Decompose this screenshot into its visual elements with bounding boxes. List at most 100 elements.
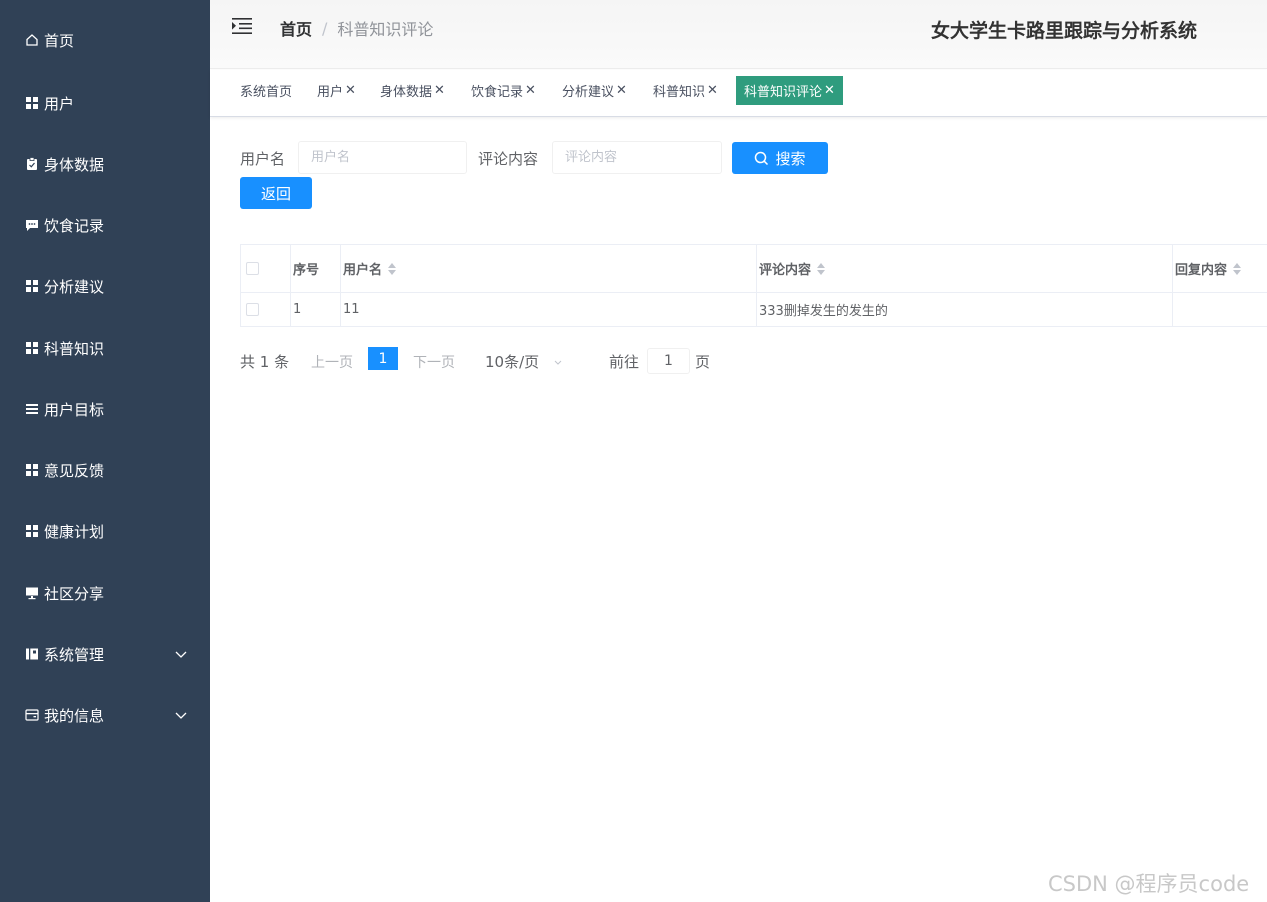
row-username: 11 — [343, 302, 360, 317]
select-all-checkbox[interactable] — [246, 262, 259, 275]
row-checkbox[interactable] — [246, 303, 259, 316]
watermark: CSDN @程序员code — [1048, 872, 1250, 896]
close-icon[interactable]: ✕ — [824, 83, 835, 98]
list-icon — [25, 402, 39, 416]
sidebar-item-health-plan[interactable]: 健康计划 — [0, 511, 210, 551]
comments-table: 序号 用户名 评论内容 回复内容 1 11 333删掉发生的发生的 — [240, 244, 1267, 327]
sidebar-item-label: 用户目标 — [44, 400, 105, 419]
clipboard-icon — [25, 157, 39, 171]
tag-label: 身体数据 — [380, 85, 433, 100]
page-size-select[interactable]: 10条/页 — [485, 351, 563, 372]
chat-icon — [25, 218, 39, 232]
tag-home[interactable]: 系统首页 — [240, 76, 292, 105]
sort-icon[interactable] — [1233, 262, 1242, 275]
menu-toggle-icon[interactable] — [232, 18, 252, 34]
search-button[interactable]: 搜索 — [732, 142, 828, 174]
column-header-label: 回复内容 — [1175, 263, 1228, 278]
back-button-label: 返回 — [260, 184, 291, 203]
sidebar-item-system[interactable]: 系统管理 — [0, 634, 210, 674]
tag-label: 分析建议 — [562, 85, 615, 100]
sidebar-item-label: 系统管理 — [44, 645, 105, 664]
pagination-next-button[interactable]: 下一页 — [413, 352, 455, 372]
sidebar-item-label: 首页 — [44, 31, 75, 50]
breadcrumb: 首页 / 科普知识评论 — [280, 16, 433, 40]
sidebar-item-body-data[interactable]: 身体数据 — [0, 144, 210, 184]
row-select-cell — [240, 293, 291, 326]
search-icon — [754, 151, 769, 166]
table-row[interactable]: 1 11 333删掉发生的发生的 — [240, 293, 1267, 327]
tag-label: 科普知识评论 — [744, 85, 823, 100]
grid-icon — [25, 524, 39, 538]
pagination-total: 共 1 条 — [240, 353, 290, 371]
close-icon[interactable]: ✕ — [525, 83, 536, 98]
goto-page-input[interactable] — [647, 348, 690, 374]
row-content: 333删掉发生的发生的 — [759, 304, 888, 319]
tag-analysis[interactable]: 分析建议 ✕ — [562, 76, 627, 105]
sidebar-item-label: 身体数据 — [44, 155, 105, 174]
back-button[interactable]: 返回 — [240, 177, 312, 209]
tag-knowledge-comments[interactable]: 科普知识评论 ✕ — [736, 76, 843, 105]
column-header-label: 评论内容 — [759, 263, 812, 278]
tag-body-data[interactable]: 身体数据 ✕ — [380, 76, 445, 105]
pagination-page-label: 1 — [378, 350, 388, 367]
sidebar-item-label: 用户 — [44, 94, 75, 113]
sidebar-item-goals[interactable]: 用户目标 — [0, 389, 210, 429]
sidebar-item-label: 意见反馈 — [44, 461, 105, 480]
header-select-cell — [240, 245, 291, 292]
header-index: 序号 — [290, 245, 341, 292]
wallet-icon — [25, 708, 39, 722]
table-header-row: 序号 用户名 评论内容 回复内容 — [240, 245, 1267, 293]
monitor-icon — [25, 586, 39, 600]
tag-label: 用户 — [317, 85, 344, 100]
breadcrumb-current: 科普知识评论 — [337, 20, 434, 39]
close-icon[interactable]: ✕ — [707, 83, 718, 98]
pagination-page-1[interactable]: 1 — [368, 347, 398, 370]
header-username[interactable]: 用户名 — [340, 245, 757, 292]
goto-label: 前往 — [609, 353, 640, 371]
sidebar-item-my-info[interactable]: 我的信息 — [0, 695, 210, 735]
sort-icon[interactable] — [388, 262, 397, 275]
row-index: 1 — [293, 302, 302, 317]
comment-content-input[interactable] — [552, 141, 722, 174]
breadcrumb-separator: / — [322, 18, 328, 38]
breadcrumb-home[interactable]: 首页 — [280, 16, 312, 40]
username-label: 用户名 — [240, 150, 286, 168]
row-content-cell: 333删掉发生的发生的 — [756, 293, 1173, 326]
goto-suffix: 页 — [695, 353, 711, 371]
close-icon[interactable]: ✕ — [345, 83, 356, 98]
tag-knowledge[interactable]: 科普知识 ✕ — [653, 76, 718, 105]
column-header-label: 序号 — [293, 263, 320, 278]
close-icon[interactable]: ✕ — [434, 83, 445, 98]
sidebar-item-community[interactable]: 社区分享 — [0, 573, 210, 613]
header-reply-content[interactable]: 回复内容 — [1172, 245, 1267, 292]
row-reply-cell — [1172, 293, 1267, 326]
sidebar-item-label: 我的信息 — [44, 706, 105, 725]
sidebar-item-home[interactable]: 首页 — [0, 20, 210, 60]
close-icon[interactable]: ✕ — [616, 83, 627, 98]
sidebar-item-knowledge[interactable]: 科普知识 — [0, 328, 210, 368]
chevron-down-icon — [174, 647, 188, 661]
system-title: 女大学生卡路里跟踪与分析系统 — [931, 20, 1198, 42]
sidebar-item-label: 健康计划 — [44, 522, 105, 541]
pagination-prev-button[interactable]: 上一页 — [311, 352, 353, 372]
sidebar-item-analysis[interactable]: 分析建议 — [0, 266, 210, 306]
sort-icon[interactable] — [817, 262, 826, 275]
sidebar-item-label: 饮食记录 — [44, 216, 105, 235]
sidebar-item-diet[interactable]: 饮食记录 — [0, 205, 210, 245]
page-size-value: 10条/页 — [485, 353, 540, 371]
comment-content-label: 评论内容 — [478, 150, 539, 168]
chevron-down-icon — [553, 357, 563, 367]
header-comment-content[interactable]: 评论内容 — [756, 245, 1173, 292]
grid-icon — [25, 341, 39, 355]
grid-icon — [25, 96, 39, 110]
sidebar-item-label: 社区分享 — [44, 584, 105, 603]
grid-icon — [25, 463, 39, 477]
sidebar-item-feedback[interactable]: 意见反馈 — [0, 450, 210, 490]
username-input[interactable] — [298, 141, 467, 174]
sidebar-item-users[interactable]: 用户 — [0, 83, 210, 123]
tag-users[interactable]: 用户 ✕ — [317, 76, 356, 105]
sidebar-item-label: 分析建议 — [44, 277, 105, 296]
row-username-cell: 11 — [340, 293, 757, 326]
tag-diet[interactable]: 饮食记录 ✕ — [471, 76, 536, 105]
sidebar: 首页 用户 身体数据 饮食记录 分析建议 科普知识 用户目标 意见反馈 健康计划… — [0, 0, 210, 902]
